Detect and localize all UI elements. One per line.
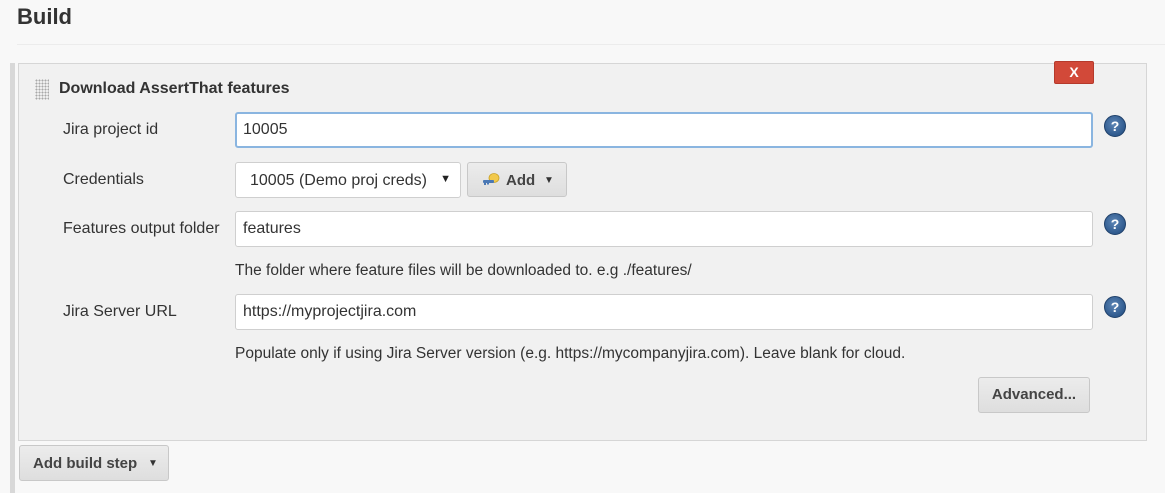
section-title: Build: [17, 4, 72, 29]
credentials-select[interactable]: 10005 (Demo proj creds) ▼: [235, 162, 461, 198]
caret-down-icon: ▼: [148, 458, 158, 469]
add-credentials-button[interactable]: Add ▼: [467, 162, 567, 197]
output-folder-label: Features output folder: [63, 220, 220, 237]
section-left-bar: [10, 63, 15, 493]
output-folder-description: The folder where feature files will be d…: [235, 262, 692, 279]
server-url-input[interactable]: [235, 294, 1093, 330]
advanced-button[interactable]: Advanced...: [978, 377, 1090, 413]
help-icon[interactable]: ?: [1104, 213, 1126, 235]
project-id-input[interactable]: [235, 112, 1093, 148]
credentials-label: Credentials: [63, 171, 144, 188]
project-id-label: Jira project id: [63, 121, 159, 138]
drag-handle-icon[interactable]: [35, 79, 49, 100]
build-config-page: Build Download AssertThat features X Jir…: [0, 0, 1165, 493]
delete-step-button[interactable]: X: [1054, 61, 1094, 84]
section-divider: [17, 44, 1165, 45]
build-step-title: Download AssertThat features: [59, 80, 290, 97]
key-icon: [483, 173, 500, 185]
caret-down-icon: ▼: [440, 173, 451, 185]
help-icon[interactable]: ?: [1104, 115, 1126, 137]
add-build-step-button[interactable]: Add build step ▼: [19, 445, 169, 481]
server-url-label: Jira Server URL: [63, 303, 177, 320]
help-icon[interactable]: ?: [1104, 296, 1126, 318]
output-folder-input[interactable]: [235, 211, 1093, 247]
add-credentials-label: Add: [506, 172, 536, 189]
credentials-selected-value: 10005 (Demo proj creds): [250, 172, 427, 189]
caret-down-icon: ▼: [544, 175, 554, 186]
add-build-step-label: Add build step: [33, 455, 138, 472]
server-url-description: Populate only if using Jira Server versi…: [235, 345, 906, 362]
